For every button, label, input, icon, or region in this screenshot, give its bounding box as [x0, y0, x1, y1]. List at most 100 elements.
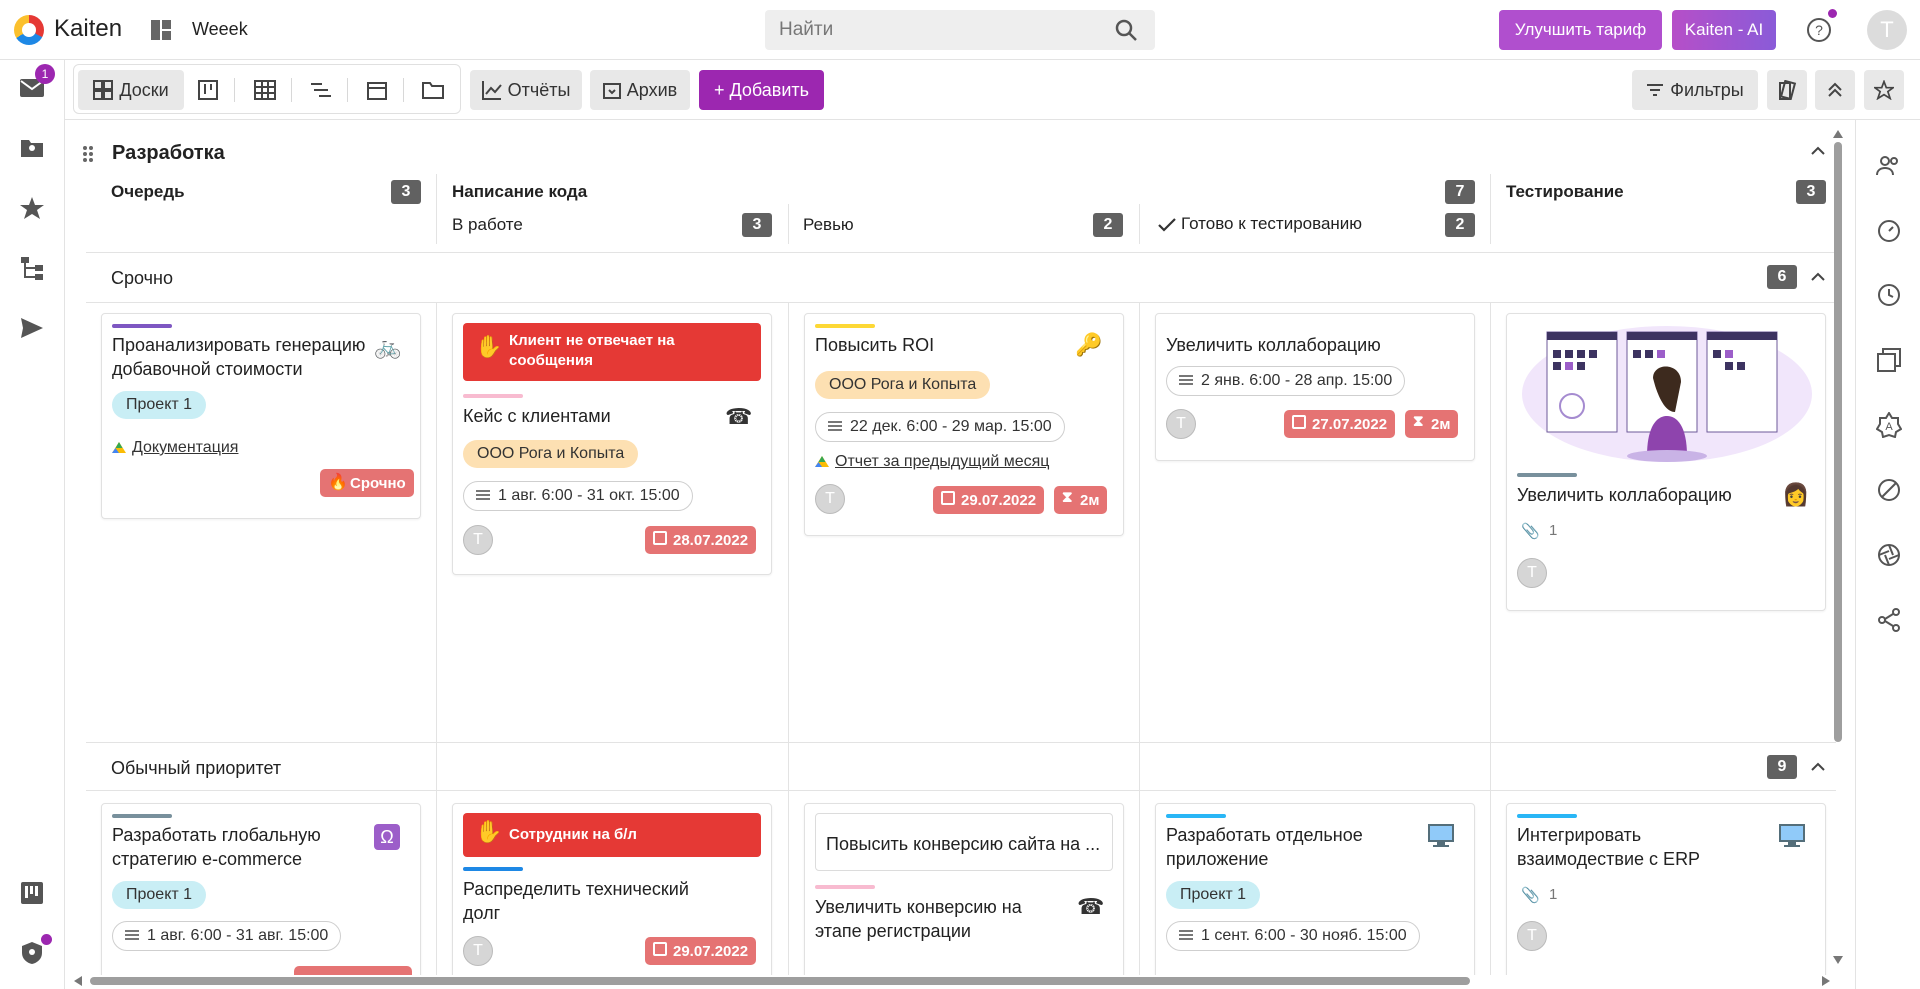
- date-range-chip[interactable]: 1 авг. 6:00 - 31 авг. 15:00: [112, 921, 342, 951]
- drag-handle-icon[interactable]: [82, 145, 94, 163]
- lane-urgent-collapse-icon[interactable]: [1811, 272, 1825, 282]
- due-date-badge[interactable]: [294, 966, 412, 975]
- subcolumn-review-title[interactable]: Ревью: [803, 215, 854, 235]
- board-title[interactable]: Разработка: [112, 142, 225, 165]
- add-button[interactable]: + Добавить: [699, 70, 824, 110]
- chevron-up-icon[interactable]: [1811, 146, 1825, 156]
- member-avatar[interactable]: T: [815, 484, 845, 514]
- brand-name[interactable]: Kaiten: [54, 15, 122, 43]
- share-icon[interactable]: [1876, 607, 1902, 633]
- view-boards-button[interactable]: Доски: [78, 70, 184, 110]
- blocker-banner[interactable]: ✋ Клиент не отвечает на сообщения: [463, 323, 761, 381]
- card-link[interactable]: Отчет за предыдущий месяц: [815, 453, 1049, 471]
- table-view-button[interactable]: [245, 70, 285, 110]
- scroll-down-arrow-icon[interactable]: [1833, 956, 1843, 964]
- help-icon[interactable]: ?: [1806, 17, 1832, 43]
- kaiten-logo[interactable]: [14, 15, 44, 45]
- search-icon[interactable]: [1115, 19, 1137, 41]
- date-range-chip[interactable]: 2 янв. 6:00 - 28 апр. 15:00: [1166, 366, 1406, 396]
- member-avatar[interactable]: T: [463, 936, 493, 966]
- due-date-badge[interactable]: 28.07.2022: [645, 526, 757, 554]
- date-range-chip[interactable]: 1 сент. 6:00 - 30 нояб. 15:00: [1166, 921, 1420, 951]
- star-icon[interactable]: [19, 195, 45, 221]
- member-avatar[interactable]: T: [1517, 558, 1547, 588]
- lane-normal-title[interactable]: Обычный приоритет: [111, 758, 281, 779]
- card-tech-debt[interactable]: ✋ Сотрудник на б/л Распределить техническ…: [452, 803, 772, 975]
- user-avatar[interactable]: T: [1867, 10, 1907, 50]
- attachments-count[interactable]: 📎 1: [1521, 886, 1557, 904]
- horizontal-scrollbar[interactable]: [74, 975, 1830, 986]
- card-tag[interactable]: ООО Рога и Копыта: [815, 371, 991, 399]
- search-input[interactable]: [765, 10, 1095, 50]
- card-clients-case[interactable]: ✋ Клиент не отвечает на сообщения Кейс с …: [452, 313, 772, 575]
- card-collaboration-cover[interactable]: Увеличить коллаборацию 👩 📎 1 T: [1506, 313, 1826, 611]
- member-avatar[interactable]: T: [1517, 921, 1547, 951]
- automation-icon[interactable]: A: [1876, 412, 1902, 438]
- aperture-icon[interactable]: [1876, 542, 1902, 568]
- card-tag[interactable]: Проект 1: [112, 881, 207, 909]
- scroll-right-arrow-icon[interactable]: [1822, 976, 1830, 986]
- horizontal-scroll-thumb[interactable]: [90, 977, 1470, 985]
- date-range-chip[interactable]: 1 авг. 6:00 - 31 окт. 15:00: [463, 481, 693, 511]
- attachments-count[interactable]: 📎 1: [1521, 522, 1557, 540]
- blocker-banner[interactable]: ✋ Сотрудник на б/л: [463, 813, 761, 857]
- card-tag[interactable]: ООО Рога и Копыта: [463, 440, 639, 468]
- workspace-icon[interactable]: [150, 19, 172, 41]
- timer-badge[interactable]: ⧗ 2м: [1405, 410, 1459, 438]
- due-date-badge[interactable]: 27.07.2022: [1284, 410, 1396, 438]
- filters-button[interactable]: Фильтры: [1632, 70, 1758, 110]
- parent-card-link[interactable]: Повысить конверсию сайта на ...: [815, 813, 1113, 871]
- board-icon[interactable]: [19, 880, 45, 906]
- history-icon[interactable]: [1876, 282, 1902, 308]
- card-tag[interactable]: Проект 1: [112, 391, 207, 419]
- upgrade-plan-button[interactable]: Улучшить тариф: [1499, 10, 1662, 50]
- card-tag[interactable]: Проект 1: [1166, 881, 1261, 909]
- column-coding-title[interactable]: Написание кода: [452, 182, 587, 202]
- vertical-scroll-thumb[interactable]: [1834, 142, 1842, 742]
- column-testing-title[interactable]: Тестирование: [1506, 182, 1624, 202]
- reports-button[interactable]: Отчёты: [470, 70, 582, 110]
- kanban-view-button[interactable]: [188, 70, 228, 110]
- collapse-all-button[interactable]: [1815, 70, 1855, 110]
- member-avatar[interactable]: T: [1166, 409, 1196, 439]
- tree-structure-icon[interactable]: [19, 255, 45, 281]
- vertical-scrollbar[interactable]: [1832, 130, 1844, 970]
- column-queue-title[interactable]: Очередь: [111, 182, 185, 202]
- due-date-badge[interactable]: 29.07.2022: [645, 937, 757, 965]
- date-range-chip[interactable]: 22 дек. 6:00 - 29 мар. 15:00: [815, 412, 1065, 442]
- card-style-button[interactable]: [1767, 70, 1807, 110]
- archive-button[interactable]: Архив: [590, 70, 690, 110]
- search-box[interactable]: [765, 10, 1155, 50]
- blocked-icon[interactable]: [1876, 477, 1902, 503]
- users-icon[interactable]: [1876, 153, 1902, 179]
- timer-icon[interactable]: [1876, 217, 1902, 243]
- member-avatar[interactable]: T: [463, 525, 493, 555]
- card-separate-app[interactable]: Разработать отдельное приложение Проект …: [1155, 803, 1475, 975]
- lane-urgent-title[interactable]: Срочно: [111, 268, 173, 289]
- scroll-left-arrow-icon[interactable]: [74, 976, 82, 986]
- subcolumn-in-progress-title[interactable]: В работе: [452, 215, 523, 235]
- card-erp-integration[interactable]: Интегрировать взаимодествие с ERP 📎 1 T: [1506, 803, 1826, 975]
- timer-badge[interactable]: ⧗ 2м: [1054, 486, 1108, 514]
- contacts-folder-icon[interactable]: [19, 135, 45, 161]
- send-icon[interactable]: [19, 315, 45, 341]
- card-analyze-value[interactable]: Проанализировать генерацию добавочной ст…: [101, 313, 421, 519]
- workspace-name[interactable]: Weeek: [192, 19, 248, 40]
- urgent-badge[interactable]: 🔥 Срочно: [320, 469, 414, 497]
- files-view-button[interactable]: [413, 70, 453, 110]
- card-registration-conversion[interactable]: Повысить конверсию сайта на ... Увеличит…: [804, 803, 1124, 975]
- card-collaboration[interactable]: Увеличить коллаборацию 2 янв. 6:00 - 28 …: [1155, 313, 1475, 461]
- lane-normal-collapse-icon[interactable]: [1811, 762, 1825, 772]
- card-ecommerce-strategy[interactable]: Разработать глобальную стратегию e-comme…: [101, 803, 421, 975]
- card-increase-roi[interactable]: Повысить ROI 🔑 ООО Рога и Копыта 22 дек.…: [804, 313, 1124, 536]
- copy-icon[interactable]: [1876, 347, 1902, 373]
- card-link[interactable]: Документация: [112, 439, 238, 457]
- security-icon[interactable]: [19, 940, 45, 966]
- gantt-view-button[interactable]: [301, 70, 341, 110]
- scroll-up-arrow-icon[interactable]: [1833, 130, 1843, 138]
- kaiten-ai-button[interactable]: Kaiten - AI: [1672, 10, 1776, 50]
- calendar-view-button[interactable]: [357, 70, 397, 110]
- favorite-board-button[interactable]: [1864, 70, 1904, 110]
- due-date-badge[interactable]: 29.07.2022: [933, 486, 1045, 514]
- subcolumn-ready-title[interactable]: Готово к тестированию: [1181, 214, 1362, 234]
